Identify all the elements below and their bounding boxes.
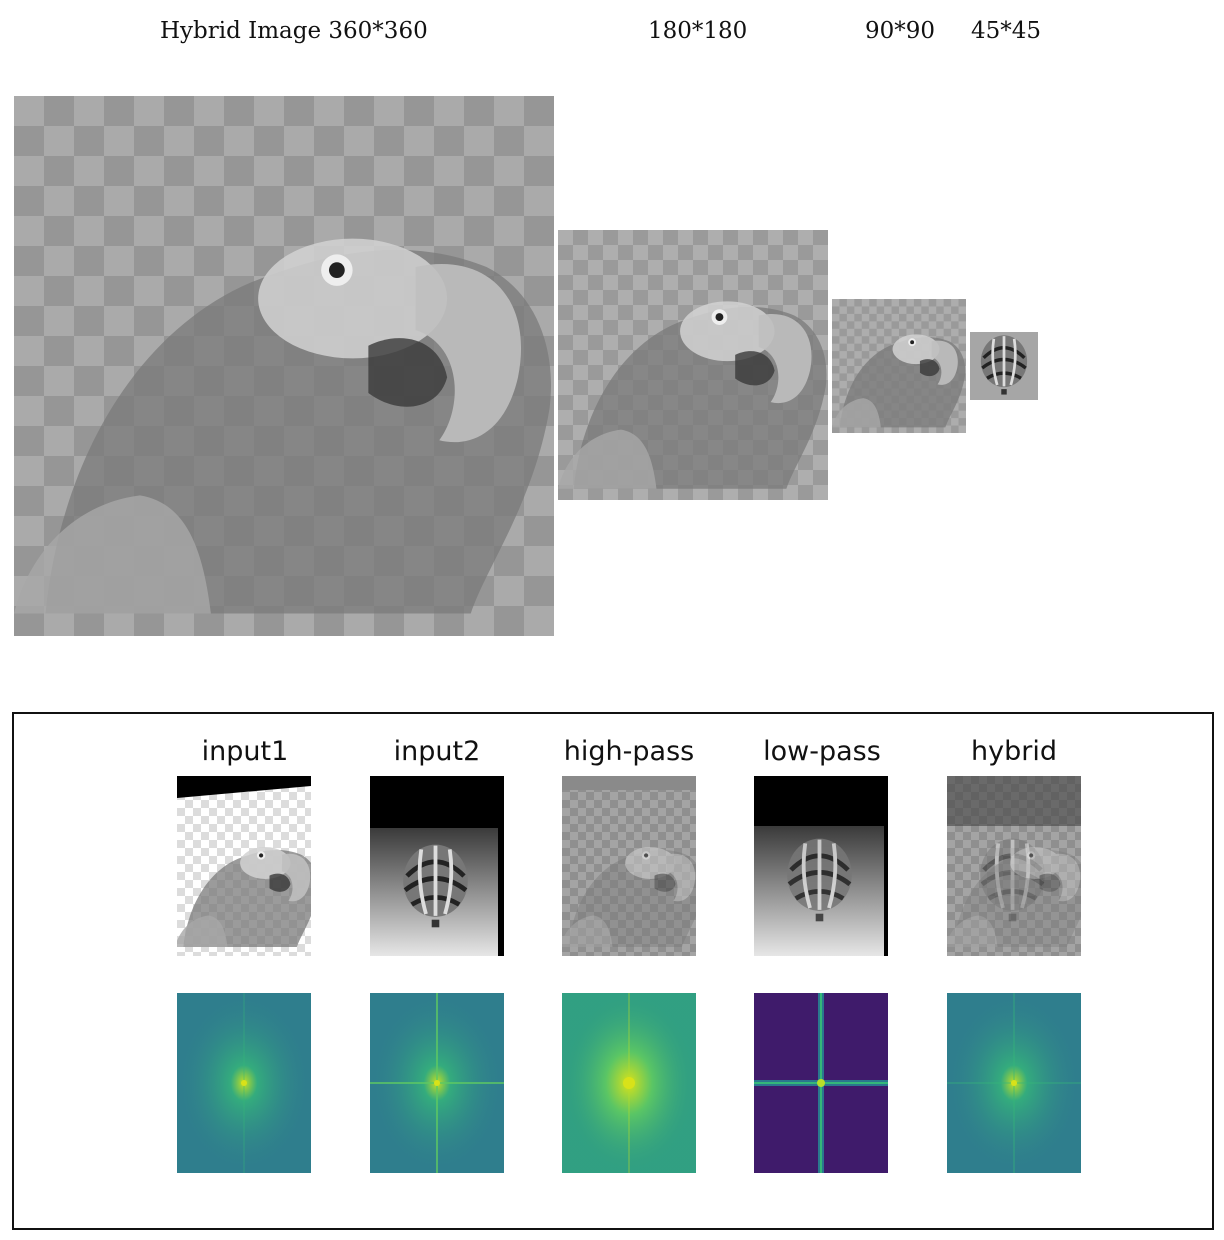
hybrid-image-45 — [970, 332, 1038, 400]
input1-image — [177, 776, 311, 956]
hybrid-image-360 — [14, 96, 554, 636]
column-title-input2: input2 — [393, 736, 481, 767]
caption-90: 90*90 — [865, 18, 936, 44]
column-title-low-pass: low-pass — [763, 736, 881, 767]
column-title-hybrid: hybrid — [971, 736, 1057, 767]
input2-spectrum — [370, 993, 504, 1173]
hybrid-image — [947, 776, 1081, 956]
hybrid-image-90 — [832, 299, 966, 433]
input1-spectrum — [177, 993, 311, 1173]
hybrid-image-180 — [558, 230, 828, 500]
caption-hybrid-360: Hybrid Image 360*360 — [160, 18, 428, 44]
high-pass-image — [562, 776, 696, 956]
high-pass-spectrum — [562, 993, 696, 1173]
caption-45: 45*45 — [971, 18, 1042, 44]
column-title-input1: input1 — [201, 736, 289, 767]
column-title-high-pass: high-pass — [563, 736, 695, 767]
low-pass-image — [754, 776, 888, 956]
caption-180: 180*180 — [648, 18, 748, 44]
input2-image — [370, 776, 504, 956]
hybrid-comparison-panel: input1 input2 high-pass low-pass hybrid — [12, 712, 1214, 1230]
hybrid-spectrum — [947, 993, 1081, 1173]
low-pass-spectrum — [754, 993, 888, 1173]
